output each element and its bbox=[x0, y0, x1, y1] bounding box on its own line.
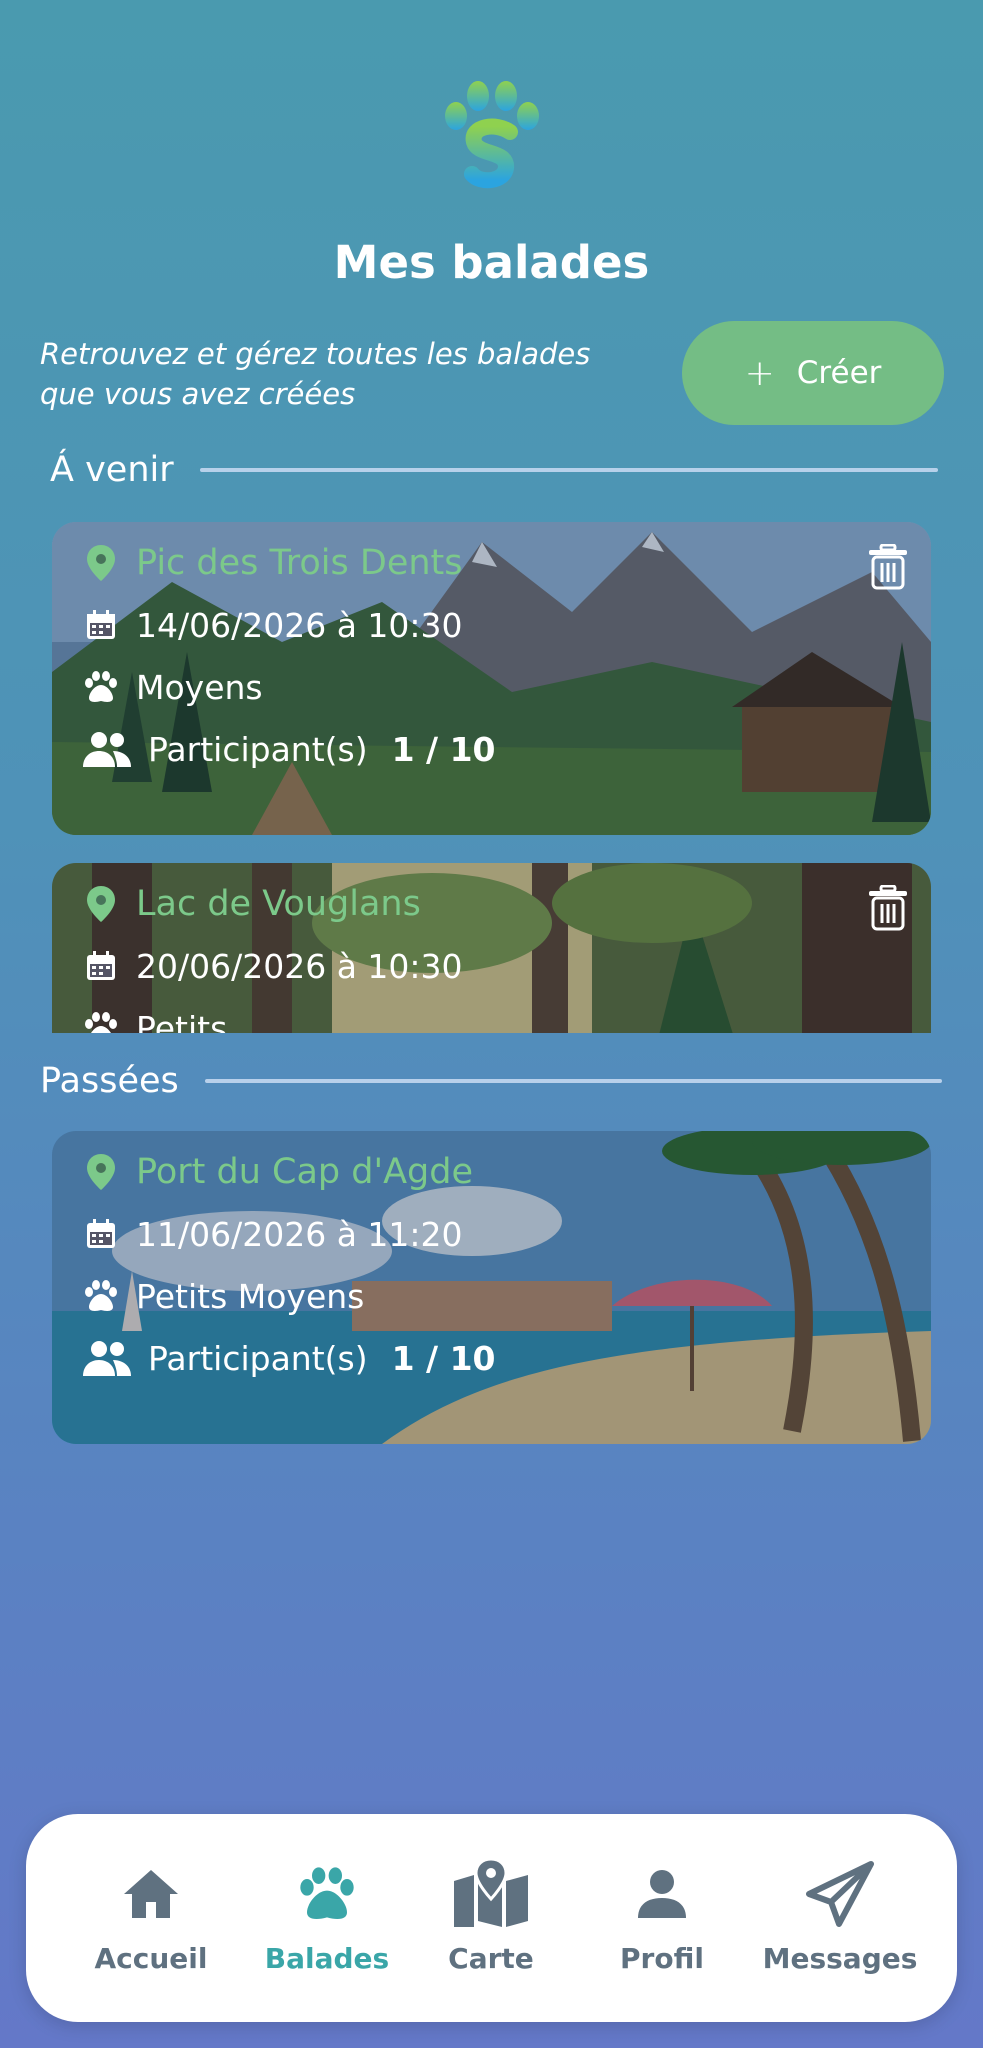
location-pin-icon bbox=[82, 544, 120, 582]
nav-label: Accueil bbox=[94, 1942, 208, 1975]
walk-dog-size: Petits bbox=[136, 1008, 228, 1034]
walk-card[interactable]: Pic des Trois Dents 14/06/2026 à 10:30 M… bbox=[52, 522, 931, 835]
participants-label: Participant(s) bbox=[148, 729, 368, 769]
walk-dog-size: Petits Moyens bbox=[136, 1276, 365, 1316]
paw-icon bbox=[297, 1860, 357, 1928]
paw-icon bbox=[82, 668, 120, 706]
participants-icon bbox=[82, 730, 132, 768]
nav-item-accueil[interactable]: Accueil bbox=[76, 1860, 226, 1975]
map-icon bbox=[452, 1859, 530, 1928]
walk-place: Port du Cap d'Agde bbox=[136, 1152, 474, 1192]
trash-icon bbox=[869, 884, 907, 931]
nav-label: Balades bbox=[264, 1942, 390, 1975]
walk-datetime: 20/06/2026 à 10:30 bbox=[136, 946, 463, 986]
plus-icon: + bbox=[744, 352, 775, 394]
home-icon bbox=[122, 1860, 180, 1928]
section-divider bbox=[199, 468, 938, 472]
bottom-navigation: Accueil Balades Carte Profil Messages bbox=[26, 1814, 957, 2022]
person-icon bbox=[636, 1860, 688, 1928]
walk-datetime: 14/06/2026 à 10:30 bbox=[136, 605, 463, 645]
section-past-title: Passées bbox=[40, 1061, 179, 1101]
walk-card[interactable]: Port du Cap d'Agde 11/06/2026 à 11:20 Pe… bbox=[52, 1131, 931, 1444]
participants-count: 1 / 10 bbox=[391, 1338, 496, 1378]
calendar-icon bbox=[82, 606, 120, 644]
create-walk-button[interactable]: + Créer bbox=[682, 321, 944, 425]
location-pin-icon bbox=[82, 1153, 120, 1191]
walk-place: Pic des Trois Dents bbox=[136, 543, 463, 583]
section-upcoming-title: Á venir bbox=[50, 450, 174, 490]
walk-list-viewport[interactable]: Lac de Vouglans 20/06/2026 à 10:30 Petit… bbox=[40, 860, 943, 1033]
nav-label: Profil bbox=[620, 1942, 704, 1975]
nav-item-carte[interactable]: Carte bbox=[416, 1859, 566, 1975]
walk-card[interactable]: Lac de Vouglans 20/06/2026 à 10:30 Petit… bbox=[52, 863, 931, 1033]
location-pin-icon bbox=[82, 885, 120, 923]
delete-walk-button[interactable] bbox=[867, 884, 909, 931]
nav-label: Carte bbox=[448, 1942, 534, 1975]
paw-icon bbox=[82, 1277, 120, 1315]
calendar-icon bbox=[82, 947, 120, 985]
nav-item-balades[interactable]: Balades bbox=[252, 1860, 402, 1975]
section-divider bbox=[204, 1079, 942, 1083]
trash-icon bbox=[869, 543, 907, 590]
page-subtitle: Retrouvez et gérez toutes les balades qu… bbox=[40, 337, 591, 411]
delete-walk-button[interactable] bbox=[867, 543, 909, 590]
section-upcoming-header: Á venir bbox=[50, 450, 938, 490]
app-logo bbox=[436, 80, 548, 200]
nav-item-profil[interactable]: Profil bbox=[587, 1860, 737, 1975]
nav-label: Messages bbox=[762, 1942, 918, 1975]
section-past-header: Passées bbox=[40, 1061, 942, 1101]
walk-dog-size: Moyens bbox=[136, 667, 263, 707]
participants-label: Participant(s) bbox=[148, 1338, 368, 1378]
create-button-label: Créer bbox=[796, 355, 882, 391]
send-icon bbox=[805, 1860, 875, 1928]
page-title: Mes balades bbox=[333, 236, 650, 289]
nav-item-messages[interactable]: Messages bbox=[740, 1860, 940, 1975]
walk-datetime: 11/06/2026 à 11:20 bbox=[136, 1214, 463, 1254]
calendar-icon bbox=[82, 1215, 120, 1253]
participants-icon bbox=[82, 1339, 132, 1377]
walk-place: Lac de Vouglans bbox=[136, 884, 421, 924]
participants-count: 1 / 10 bbox=[391, 729, 496, 769]
paw-icon bbox=[82, 1009, 120, 1033]
